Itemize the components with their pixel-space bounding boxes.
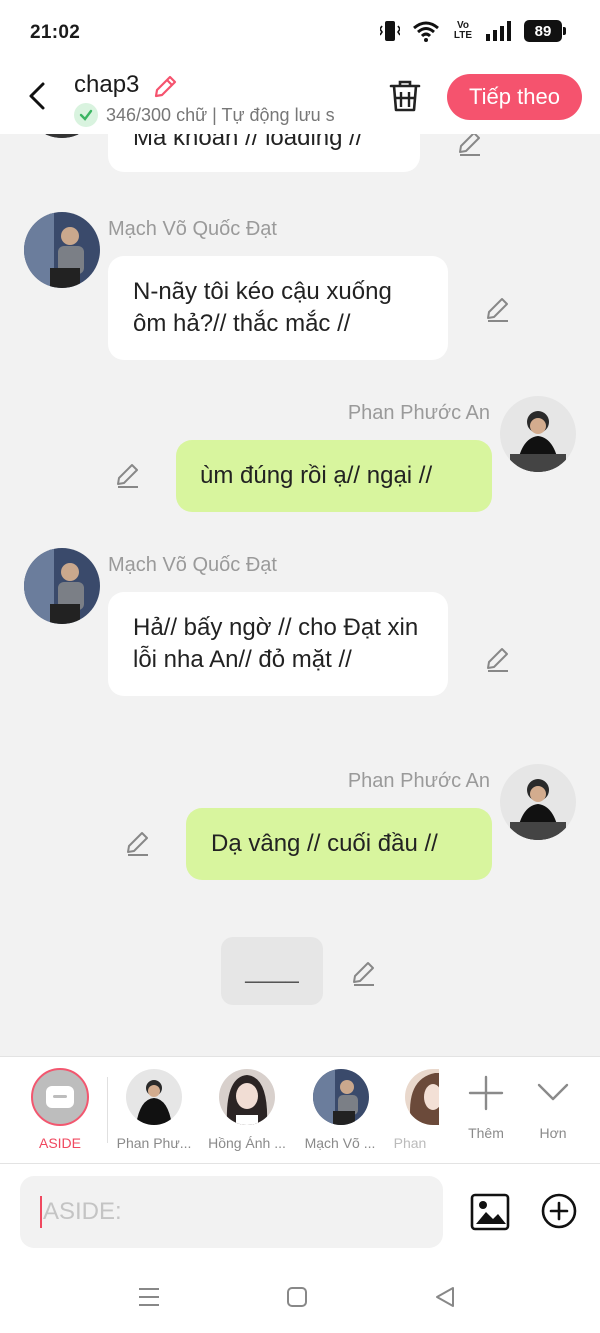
- sender-name: Mạch Võ Quốc Đạt: [108, 554, 277, 576]
- character-name: Hồng Ánh ...: [208, 1135, 286, 1151]
- next-button[interactable]: Tiếp theo: [447, 74, 582, 120]
- back-nav-icon[interactable]: [432, 1284, 458, 1310]
- divider: [107, 1077, 108, 1143]
- home-icon[interactable]: [284, 1284, 310, 1310]
- word-count-text: 346/300 chữ | Tự động lưu s: [106, 104, 335, 125]
- editor-header: chap3 346/300 chữ | Tự động lưu s Tiếp t…: [0, 68, 600, 134]
- check-icon: [74, 103, 98, 127]
- character-name: Phan: [393, 1135, 427, 1151]
- status-icons: Vo LTE 89: [380, 20, 566, 42]
- aside-text: ____: [245, 957, 299, 984]
- plus-circle-icon[interactable]: [540, 1192, 578, 1230]
- avatar: [24, 134, 100, 138]
- edit-message-icon[interactable]: [114, 460, 142, 488]
- character-avatar[interactable]: [405, 1069, 439, 1125]
- character-avatar[interactable]: [313, 1069, 369, 1125]
- aside-icon: [46, 1086, 74, 1108]
- avatar-an[interactable]: [500, 764, 576, 840]
- battery-indicator: 89: [524, 20, 566, 42]
- avatar-dat[interactable]: [24, 548, 100, 624]
- character-name: Phan Phư...: [116, 1135, 192, 1151]
- trash-icon[interactable]: [388, 78, 422, 114]
- message-text: Hả// bấy ngờ // cho Đạt xin lỗi nha An//…: [133, 614, 419, 673]
- message-bubble[interactable]: Mã khoản // loading //: [108, 134, 420, 172]
- add-character-icon[interactable]: [458, 1069, 514, 1129]
- menu-icon[interactable]: [136, 1284, 162, 1310]
- message-bubble[interactable]: N-nãy tôi kéo cậu xuống ôm hả?// thắc mắ…: [108, 256, 448, 360]
- edit-message-icon[interactable]: [124, 828, 152, 856]
- message-input[interactable]: ASIDE:: [20, 1176, 443, 1248]
- message-text: Dạ vâng // cuối đầu //: [211, 830, 438, 857]
- composer: ASIDE:: [0, 1164, 600, 1260]
- edit-message-icon[interactable]: [456, 134, 484, 156]
- signal-icon: [486, 21, 511, 41]
- wifi-icon: [413, 21, 439, 42]
- aside-message[interactable]: ____: [221, 937, 323, 1005]
- image-icon[interactable]: [470, 1192, 510, 1232]
- character-avatar[interactable]: [219, 1069, 275, 1125]
- chapter-title: chap3: [74, 71, 140, 98]
- status-time: 21:02: [30, 22, 81, 43]
- chat-area[interactable]: Mã khoản // loading // Mạch Võ Quốc Đạt …: [0, 134, 600, 1056]
- character-selector: ASIDE Phan Phư... Hồng Ánh ... Mạch Võ .…: [0, 1056, 600, 1164]
- system-nav-bar: [0, 1260, 600, 1333]
- message-text: Mã khoản // loading //: [133, 134, 363, 151]
- message-bubble[interactable]: ùm đúng rồi ạ// ngại //: [176, 440, 492, 512]
- message-bubble[interactable]: Dạ vâng // cuối đầu //: [186, 808, 492, 880]
- add-character-label[interactable]: Thêm: [451, 1125, 521, 1141]
- sender-name: Phan Phước An: [347, 402, 490, 424]
- status-bar: 21:02 Vo LTE 89: [0, 0, 600, 68]
- message-bubble[interactable]: Hả// bấy ngờ // cho Đạt xin lỗi nha An//…: [108, 592, 448, 696]
- avatar-dat[interactable]: [24, 212, 100, 288]
- edit-message-icon[interactable]: [484, 644, 512, 672]
- edit-message-icon[interactable]: [484, 294, 512, 322]
- back-icon[interactable]: [20, 78, 56, 114]
- edit-title-icon[interactable]: [152, 72, 180, 100]
- character-avatar[interactable]: [126, 1069, 182, 1125]
- message-text: ùm đúng rồi ạ// ngại //: [200, 462, 433, 489]
- volte-label: Vo LTE: [453, 20, 473, 41]
- aside-button[interactable]: [31, 1068, 89, 1126]
- chevron-down-icon[interactable]: [525, 1069, 581, 1129]
- avatar-an[interactable]: [500, 396, 576, 472]
- autosave-status: 346/300 chữ | Tự động lưu s: [74, 103, 364, 127]
- edit-message-icon[interactable]: [350, 958, 378, 986]
- text-caret: [40, 1196, 42, 1228]
- aside-label: ASIDE: [38, 1135, 81, 1151]
- more-label[interactable]: Hơn: [518, 1125, 588, 1141]
- input-placeholder: ASIDE:: [43, 1198, 122, 1225]
- message-text: N-nãy tôi kéo cậu xuống ôm hả?// thắc mắ…: [133, 278, 392, 337]
- sender-name: Phan Phước An: [347, 770, 490, 792]
- vibrate-icon: [380, 21, 400, 41]
- character-name: Mạch Võ ...: [304, 1135, 376, 1151]
- sender-name: Mạch Võ Quốc Đạt: [108, 218, 277, 240]
